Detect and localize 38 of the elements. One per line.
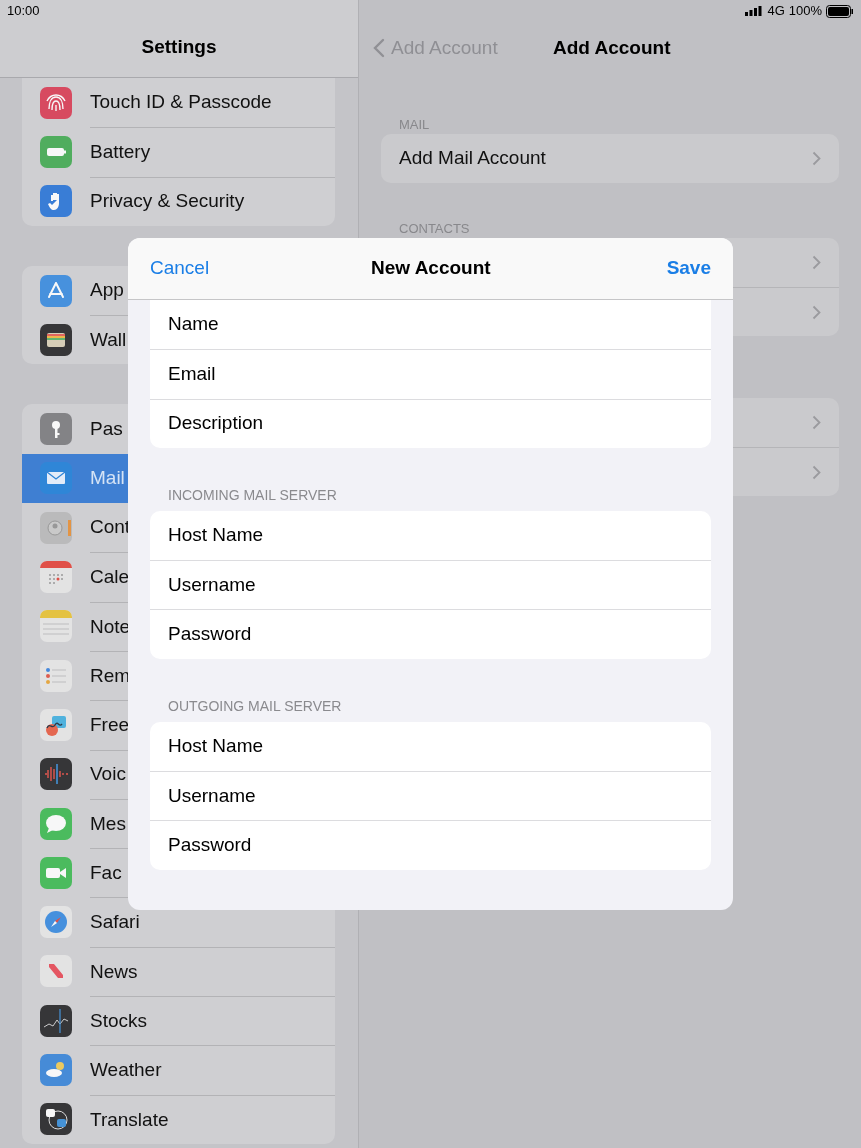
section-header: MAIL (398, 116, 431, 133)
section-header: OUTGOING MAIL SERVER (167, 696, 343, 716)
network-label: 4G (767, 2, 785, 21)
section-header: INCOMING MAIL SERVER (167, 485, 338, 505)
item-label: Cale (90, 565, 130, 590)
section-header: CONTACTS (398, 220, 471, 237)
field-label: Host Name (168, 523, 265, 548)
item-label: Mes (90, 811, 126, 836)
field-label: Username (168, 573, 257, 598)
field-label: Email (168, 362, 217, 387)
item-label: App (90, 278, 124, 303)
item-label: Fac (90, 861, 122, 886)
field-label: Password (168, 622, 253, 647)
field-label: Name (168, 312, 220, 337)
item-label: Cont (90, 515, 131, 540)
status-time: 10:00 (7, 2, 40, 21)
item-label: Safari (90, 910, 140, 935)
item-label: News (90, 959, 138, 984)
field-label: Description (168, 411, 265, 436)
item-label: Note (90, 614, 131, 639)
item-label: Mail (90, 466, 125, 491)
sidebar-title: Settings (141, 34, 217, 59)
item-label: Wall (90, 328, 127, 353)
nav-title: Add Account (553, 35, 671, 60)
item-label: Privacy & Security (90, 189, 245, 214)
item-label: Pas (90, 416, 123, 441)
item-label: Translate (90, 1107, 169, 1132)
modal-title: New Account (371, 256, 491, 281)
item-label: Battery (90, 140, 151, 165)
item-label: Touch ID & Passcode (90, 90, 272, 115)
field-label: Password (168, 833, 253, 858)
item-label: Stocks (90, 1008, 148, 1033)
field-label: Host Name (168, 734, 265, 759)
field-label: Username (168, 783, 257, 808)
item-label: Voic (90, 762, 126, 787)
item-label: Free (90, 713, 130, 738)
item-label: Weather (90, 1058, 162, 1083)
battery-percent: 100% (788, 2, 822, 21)
